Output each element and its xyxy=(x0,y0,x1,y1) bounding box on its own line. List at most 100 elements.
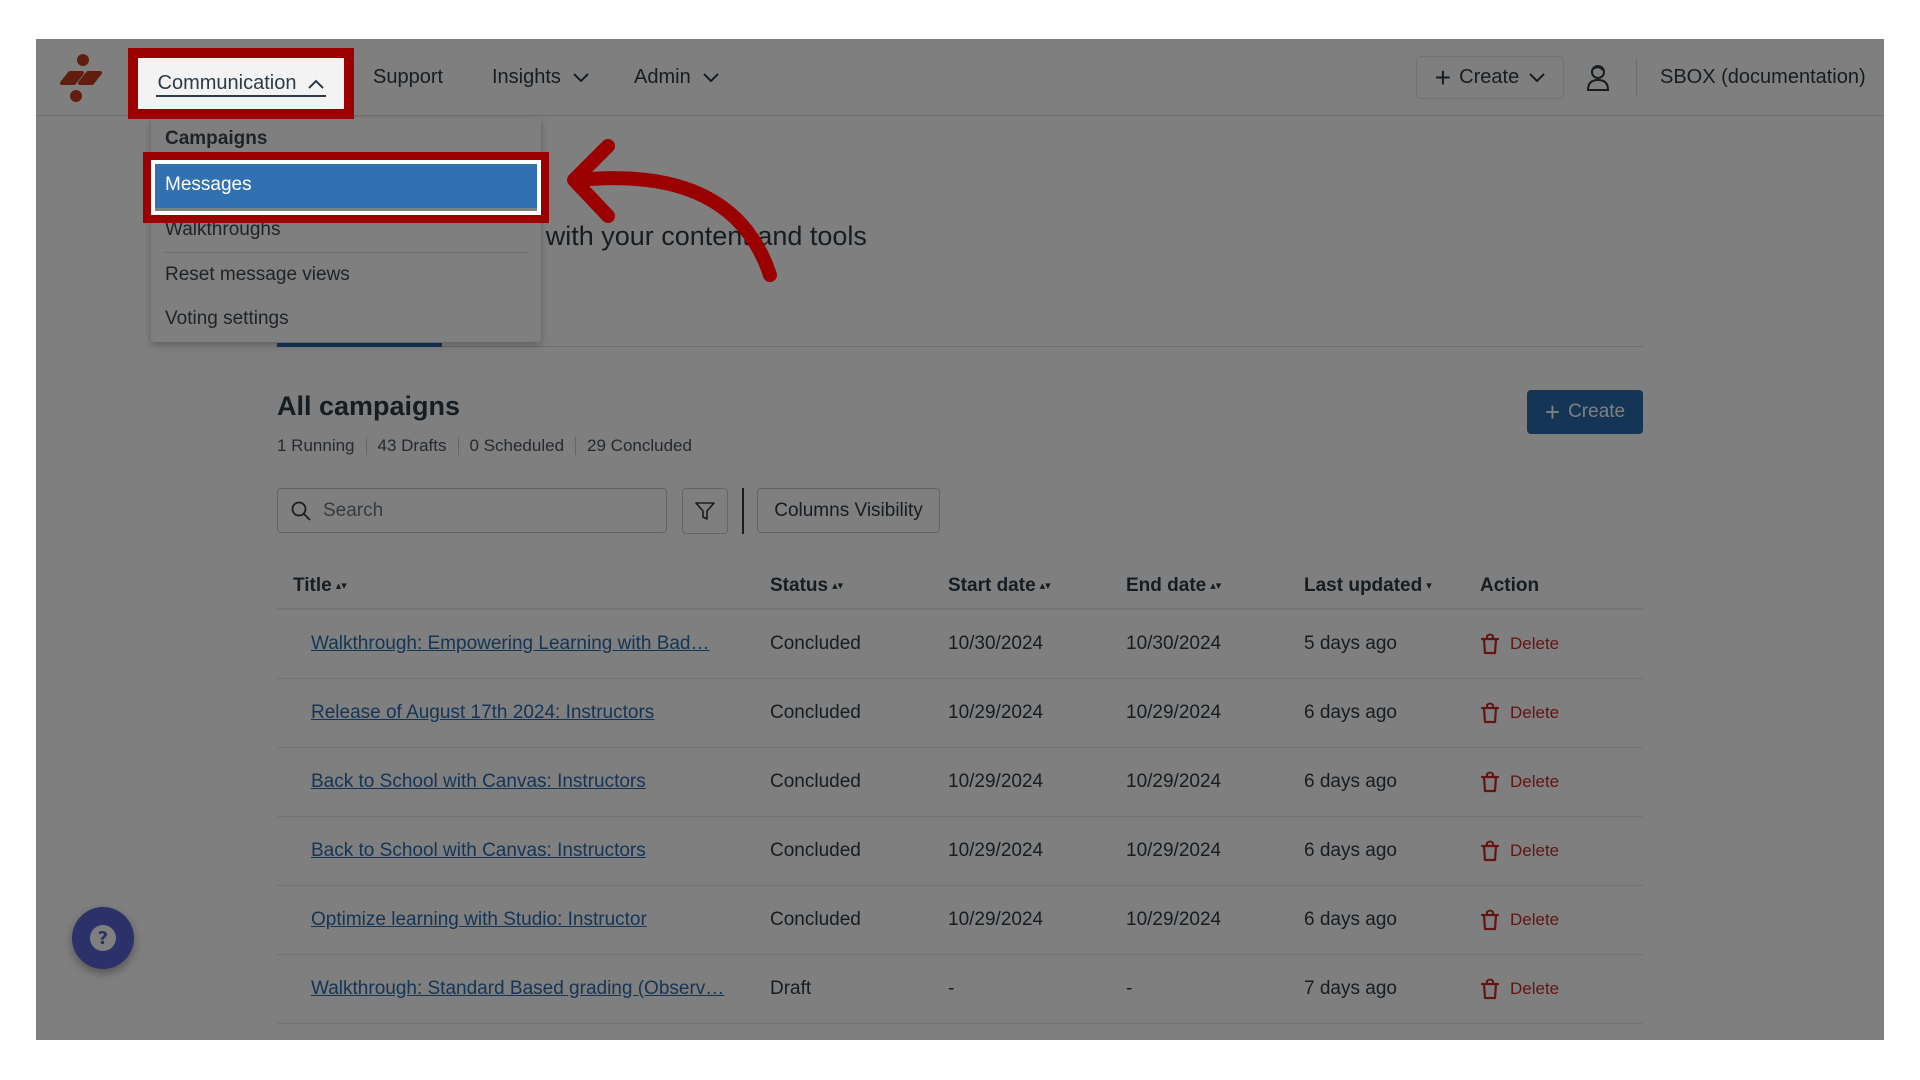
create-campaign-label: Create xyxy=(1568,401,1626,422)
campaigns-table: Title ▴▾ Status ▴▾ Start date ▴▾ End date ▴▾… xyxy=(277,567,1643,1024)
campaign-end-date: 10/29/2024 xyxy=(1126,771,1222,792)
campaign-start-date: 10/29/2024 xyxy=(948,909,1044,930)
campaign-start-date: - xyxy=(948,978,955,999)
campaign-end-date: - xyxy=(1126,978,1133,999)
campaign-last-updated: 5 days ago xyxy=(1304,633,1397,654)
campaign-last-updated: 6 days ago xyxy=(1304,702,1397,723)
filter-button[interactable] xyxy=(682,488,728,534)
count-scheduled: 0 Scheduled xyxy=(469,436,565,455)
column-header-title[interactable]: Title ▴▾ xyxy=(293,575,347,597)
sort-icon: ▴▾ xyxy=(832,580,844,593)
header-create-button[interactable]: + Create xyxy=(1416,56,1564,99)
menu-item-walkthroughs[interactable]: Walkthroughs xyxy=(165,219,280,241)
delete-label: Delete xyxy=(1510,979,1560,998)
delete-button[interactable]: Delete xyxy=(1480,840,1559,862)
nav-communication[interactable]: Communication xyxy=(138,58,344,109)
menu-divider xyxy=(165,252,527,253)
nav-support[interactable]: Support xyxy=(373,39,443,116)
table-row: Release of August 17th 2024: Instructors… xyxy=(277,679,1643,748)
column-status-label: Status xyxy=(770,575,829,596)
campaign-end-date: 10/30/2024 xyxy=(1126,633,1222,654)
menu-heading-campaigns: Campaigns xyxy=(165,128,268,149)
plus-icon: + xyxy=(1434,61,1452,93)
campaign-last-updated: 6 days ago xyxy=(1304,909,1397,930)
communication-dropdown-menu: Campaigns Messages Walkthroughs Reset me… xyxy=(151,118,541,342)
table-body: Walkthrough: Empowering Learning with Ba… xyxy=(277,610,1643,1024)
delete-button[interactable]: Delete xyxy=(1480,633,1559,655)
campaign-title-link[interactable]: Walkthrough: Standard Based grading (Obs… xyxy=(311,978,724,1000)
campaign-end-date: 10/29/2024 xyxy=(1126,702,1222,723)
menu-item-messages[interactable]: Messages xyxy=(151,162,541,208)
nav-communication-label: Communication xyxy=(157,72,297,94)
column-header-end-date[interactable]: End date ▴▾ xyxy=(1126,575,1221,597)
campaign-status: Concluded xyxy=(770,702,861,723)
count-concluded: 29 Concluded xyxy=(587,436,692,455)
campaign-start-date: 10/30/2024 xyxy=(948,633,1044,654)
campaign-last-updated: 6 days ago xyxy=(1304,840,1397,861)
nav-admin[interactable]: Admin xyxy=(634,39,719,116)
table-row: Back to School with Canvas: Instructors C… xyxy=(277,748,1643,817)
count-drafts: 43 Drafts xyxy=(377,436,447,455)
chevron-down-icon xyxy=(1529,72,1545,82)
campaign-title-link[interactable]: Walkthrough: Empowering Learning with Ba… xyxy=(311,633,710,655)
columns-visibility-button[interactable]: Columns Visibility xyxy=(757,488,940,533)
create-campaign-button[interactable]: + Create xyxy=(1527,390,1643,434)
nav-insights[interactable]: Insights xyxy=(492,39,589,116)
count-separator xyxy=(575,437,577,455)
delete-button[interactable]: Delete xyxy=(1480,771,1559,793)
campaign-title-link[interactable]: Back to School with Canvas: Instructors xyxy=(311,840,646,862)
chevron-down-icon xyxy=(573,72,589,82)
campaign-title-link[interactable]: Release of August 17th 2024: Instructors xyxy=(311,702,654,724)
table-row: Optimize learning with Studio: Instructo… xyxy=(277,886,1643,955)
column-header-status[interactable]: Status ▴▾ xyxy=(770,575,843,597)
column-header-last-updated[interactable]: Last updated ▾ xyxy=(1304,575,1432,597)
filter-icon xyxy=(695,502,715,520)
nav-support-label: Support xyxy=(373,66,444,88)
sort-icon: ▴▾ xyxy=(335,580,347,593)
campaign-status: Concluded xyxy=(770,909,861,930)
delete-label: Delete xyxy=(1510,910,1560,929)
search-input[interactable] xyxy=(323,499,643,522)
nav-admin-label: Admin xyxy=(634,66,691,88)
column-header-action: Action xyxy=(1480,575,1539,597)
sort-icon: ▴▾ xyxy=(1210,580,1222,593)
chevron-up-icon xyxy=(308,79,325,89)
table-row: Walkthrough: Empowering Learning with Ba… xyxy=(277,610,1643,679)
campaign-end-date: 10/29/2024 xyxy=(1126,840,1222,861)
delete-button[interactable]: Delete xyxy=(1480,702,1559,724)
delete-label: Delete xyxy=(1510,841,1560,860)
campaign-title-link[interactable]: Optimize learning with Studio: Instructo… xyxy=(311,909,647,931)
search-field[interactable] xyxy=(277,488,667,533)
column-start-label: Start date xyxy=(948,575,1036,596)
app-logo-icon[interactable] xyxy=(56,51,106,103)
menu-item-messages-label: Messages xyxy=(165,174,252,195)
section-title: All campaigns xyxy=(277,391,461,421)
columns-visibility-label: Columns Visibility xyxy=(774,499,923,521)
trash-icon xyxy=(1480,840,1500,862)
campaign-counts: 1 Running 43 Drafts 0 Scheduled 29 Concl… xyxy=(277,436,692,456)
table-header: Title ▴▾ Status ▴▾ Start date ▴▾ End date ▴▾… xyxy=(277,567,1643,610)
campaign-title-link[interactable]: Back to School with Canvas: Instructors xyxy=(311,771,646,793)
menu-item-voting-settings[interactable]: Voting settings xyxy=(165,308,289,330)
count-separator xyxy=(457,437,459,455)
column-header-start-date[interactable]: Start date ▴▾ xyxy=(948,575,1051,597)
delete-button[interactable]: Delete xyxy=(1480,909,1559,931)
header-create-label: Create xyxy=(1459,66,1520,88)
delete-label: Delete xyxy=(1510,634,1560,653)
toolbar-divider xyxy=(742,488,744,534)
user-icon[interactable] xyxy=(1585,64,1611,92)
campaign-status: Concluded xyxy=(770,840,861,861)
search-icon xyxy=(291,501,311,521)
count-separator xyxy=(365,437,367,455)
column-action-label: Action xyxy=(1480,575,1540,596)
trash-icon xyxy=(1480,702,1500,724)
trash-icon xyxy=(1480,978,1500,1000)
delete-button[interactable]: Delete xyxy=(1480,978,1559,1000)
table-row: Walkthrough: Standard Based grading (Obs… xyxy=(277,955,1643,1024)
account-switcher[interactable]: SBOX (documentation) xyxy=(1660,39,1866,116)
help-button[interactable]: ? xyxy=(72,907,134,969)
svg-text:?: ? xyxy=(98,928,108,949)
menu-item-reset-message-views[interactable]: Reset message views xyxy=(165,264,350,286)
trash-icon xyxy=(1480,633,1500,655)
column-end-label: End date xyxy=(1126,575,1207,596)
